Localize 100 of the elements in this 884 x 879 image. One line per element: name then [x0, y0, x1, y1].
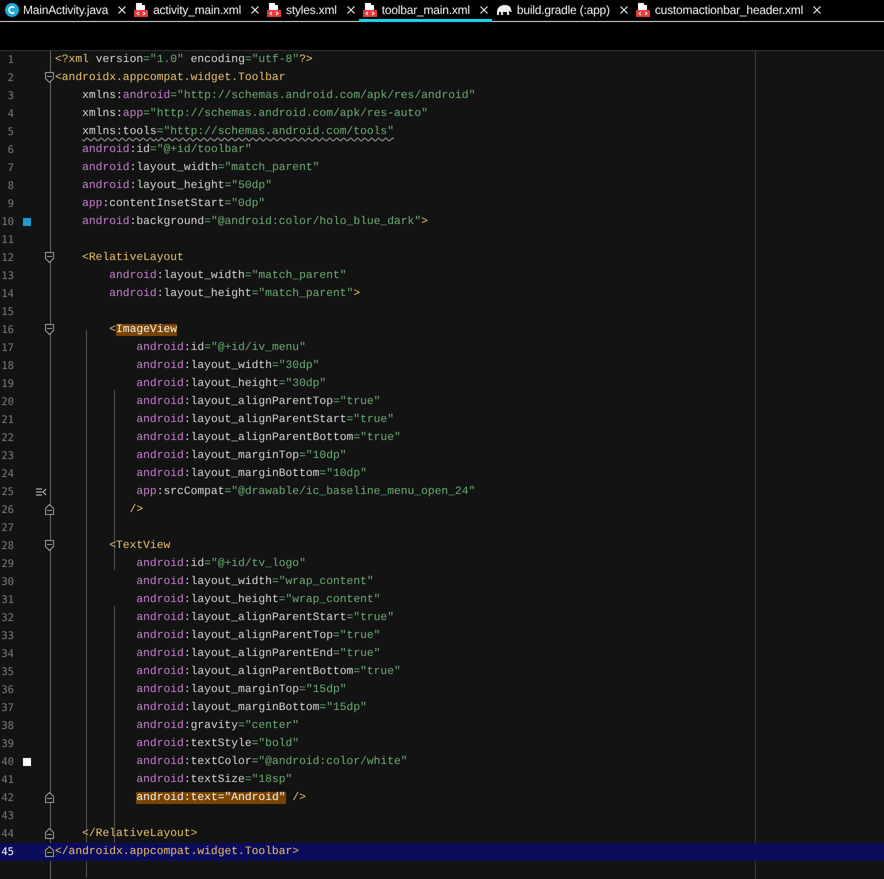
line-number: 1: [6, 54, 14, 66]
code-line: android:layout_width="wrap_content": [135, 574, 374, 590]
code-line: android:textColor="@android:color/white": [135, 754, 408, 770]
line-number: 38: [0, 720, 14, 732]
line-number: 31: [0, 594, 14, 606]
code-line: android:id="@+id/iv_menu": [135, 340, 306, 356]
code-line: app:srcCompat="@drawable/ic_baseline_menu_open_24": [135, 484, 476, 500]
code-line: android:id="@+id/toolbar": [81, 142, 252, 158]
line-number: 7: [6, 162, 14, 174]
editor-tab[interactable]: styles.xml: [263, 0, 359, 22]
fold-icon[interactable]: [45, 540, 54, 551]
editor-tab[interactable]: toolbar_main.xml: [358, 0, 492, 22]
image-gutter-icon[interactable]: [36, 488, 47, 496]
line-number: 36: [0, 684, 14, 696]
code-line: xmlns:tools="http://schemas.android.com/tools": [81, 124, 394, 140]
code-line: android:layout_height="match_parent">: [108, 286, 360, 302]
editor-tab[interactable]: MainActivity.java: [2, 0, 130, 22]
code-line: android:layout_alignParentTop="true": [135, 394, 380, 410]
line-number: 6: [6, 144, 14, 156]
line-number: 18: [0, 360, 14, 372]
code-line: android:layout_alignParentStart="true": [135, 610, 394, 626]
line-number: 40: [0, 756, 14, 768]
code-line: android:layout_height="50dp": [81, 178, 272, 194]
line-number: 19: [0, 378, 14, 390]
code-line: android:id="@+id/tv_logo": [135, 556, 306, 572]
close-icon[interactable]: [813, 6, 822, 14]
editor-tab[interactable]: build.gradle (:app): [492, 0, 632, 22]
fold-icon[interactable]: [45, 504, 54, 515]
line-number: 23: [0, 450, 14, 462]
color-swatch[interactable]: [23, 758, 31, 766]
code-line: android:layout_width="30dp": [135, 358, 320, 374]
editor-tab[interactable]: activity_main.xml: [130, 0, 264, 22]
code-line: android:text="Android" />: [135, 790, 306, 806]
code-line: android:layout_alignParentEnd="true": [135, 646, 380, 662]
line-number: 43: [0, 810, 14, 822]
code-line: <TextView: [108, 538, 170, 554]
editor-tab[interactable]: customactionbar_header.xml: [632, 0, 826, 22]
close-icon[interactable]: [346, 6, 355, 14]
code-line: <androidx.appcompat.widget.Toolbar: [54, 70, 286, 86]
code-line: android:layout_height="30dp": [135, 376, 326, 392]
code-line: android:layout_width="match_parent": [81, 160, 320, 176]
fold-icon[interactable]: [45, 846, 54, 857]
line-number: 20: [0, 396, 14, 408]
line-number: 17: [0, 342, 14, 354]
line-number: 11: [0, 234, 14, 246]
code-line: android:background="@android:color/holo_blue_dark">: [81, 214, 428, 230]
line-number: 39: [0, 738, 14, 750]
file-icon: [133, 2, 150, 18]
line-number: 3: [6, 90, 14, 102]
close-icon[interactable]: [118, 6, 126, 14]
code-line: android:layout_marginTop="15dp": [135, 682, 347, 698]
line-number: 32: [0, 612, 14, 624]
line-number: 27: [0, 522, 14, 534]
color-swatch[interactable]: [23, 218, 31, 226]
line-number: 14: [0, 288, 14, 300]
code-line: android:layout_alignParentTop="true": [135, 628, 380, 644]
code-line: />: [128, 502, 144, 518]
file-icon: [634, 2, 651, 18]
fold-icon[interactable]: [45, 252, 54, 263]
code-line: xmlns:app="http://schemas.android.com/apk/res-auto": [81, 106, 428, 122]
code-line: </RelativeLayout>: [81, 826, 198, 842]
line-number: 5: [6, 126, 14, 138]
line-number: 35: [0, 666, 14, 678]
code-line: </androidx.appcompat.widget.Toolbar>: [54, 844, 300, 860]
line-number: 8: [6, 180, 14, 192]
file-icon: [362, 2, 378, 18]
code-line: xmlns:android="http://schemas.android.com/apk/res/android": [81, 88, 476, 104]
code-line: android:layout_width="match_parent": [108, 268, 347, 284]
code-line: android:textStyle="bold": [135, 736, 300, 752]
code-line: android:gravity="center": [135, 718, 300, 734]
code-line: android:layout_height="wrap_content": [135, 592, 380, 608]
fold-icon[interactable]: [45, 792, 54, 803]
close-icon[interactable]: [620, 6, 628, 14]
code-line: android:layout_alignParentBottom="true": [135, 664, 401, 680]
line-number: 13: [0, 270, 14, 282]
line-number: 25: [0, 486, 14, 498]
line-number: 16: [0, 324, 14, 336]
line-number: 22: [0, 432, 14, 444]
line-number: 45: [0, 846, 14, 858]
code-line: android:layout_marginBottom="10dp": [135, 466, 367, 482]
file-icon: [266, 2, 282, 18]
line-number: 44: [0, 828, 14, 840]
fold-icon[interactable]: [45, 72, 54, 83]
line-number: 34: [0, 648, 14, 660]
code-line: android:textSize="18sp": [135, 772, 292, 788]
line-number: 10: [0, 216, 14, 228]
fold-icon[interactable]: [45, 828, 54, 839]
line-number: 29: [0, 558, 14, 570]
close-icon[interactable]: [251, 6, 260, 14]
elephant-icon: [494, 3, 513, 16]
line-number: 41: [0, 774, 14, 786]
fold-icon[interactable]: [45, 324, 54, 335]
line-number: 15: [0, 306, 14, 318]
line-number: 9: [6, 198, 14, 210]
line-number: 12: [0, 252, 14, 264]
close-icon[interactable]: [480, 6, 488, 14]
line-number: 24: [0, 468, 14, 480]
code-line: app:contentInsetStart="0dp": [81, 196, 266, 212]
line-number: 4: [6, 108, 14, 120]
line-number: 42: [0, 792, 14, 804]
